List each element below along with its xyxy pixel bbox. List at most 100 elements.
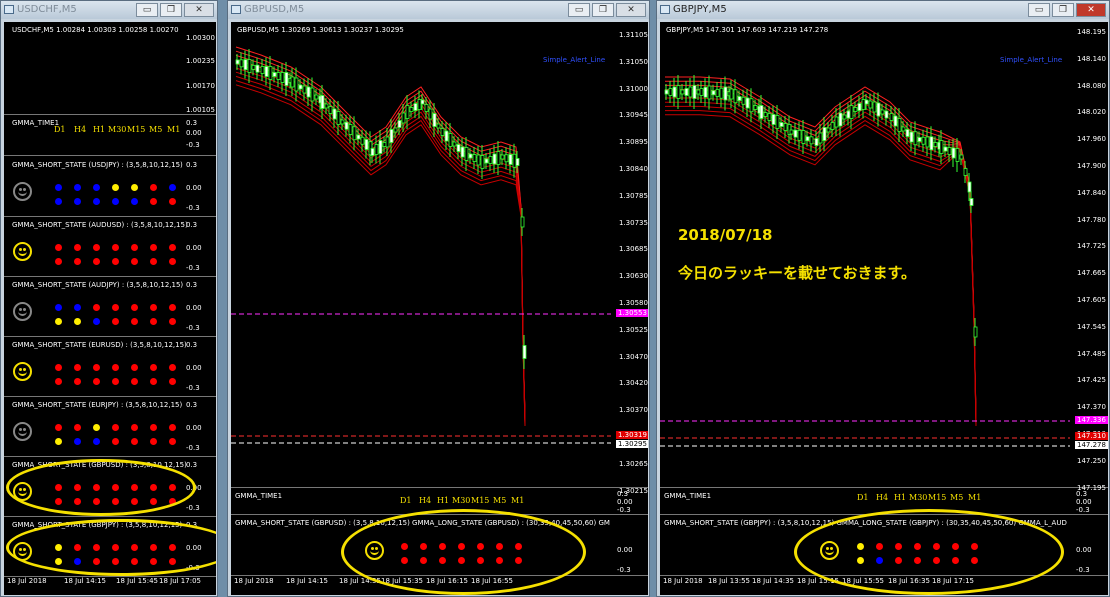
y-tick: 0.3 bbox=[186, 341, 198, 349]
tf-label: D1 bbox=[857, 493, 869, 502]
tf-label: M30 bbox=[909, 493, 928, 502]
y-tick: 0.00 bbox=[186, 129, 202, 137]
price-pane[interactable]: GBPJPY,M5 147.301 147.603 147.219 147.27… bbox=[660, 22, 1108, 492]
y-tick: 0.3 bbox=[186, 119, 198, 127]
candle-body bbox=[849, 105, 854, 119]
state-dot bbox=[169, 318, 176, 325]
candle-body bbox=[967, 181, 972, 193]
y-tick: -0.3 bbox=[186, 204, 200, 212]
gmma-state-pane[interactable]: GMMA_SHORT_STATE (EURUSD) : (3,5,8,10,12… bbox=[4, 337, 216, 397]
y-tick: -0.3 bbox=[617, 506, 631, 514]
minimize-button[interactable]: ▭ bbox=[1028, 3, 1050, 17]
y-tick: 1.30470 bbox=[619, 352, 648, 361]
price-tag-magenta: 1.30553 bbox=[616, 309, 648, 317]
chart-area[interactable]: GBPJPY,M5 147.301 147.603 147.219 147.27… bbox=[660, 22, 1108, 595]
close-button[interactable]: ✕ bbox=[1076, 3, 1106, 17]
state-dot bbox=[112, 438, 119, 445]
moving-average-line bbox=[235, 54, 526, 420]
minimize-button[interactable]: ▭ bbox=[568, 3, 590, 17]
gmma-state-pane[interactable]: GMMA_SHORT_STATE (AUDUSD) : (3,5,8,10,12… bbox=[4, 217, 216, 277]
title-bar[interactable]: GBPJPY,M5 ▭ ❐ ✕ bbox=[657, 1, 1109, 19]
candle-body bbox=[508, 154, 513, 165]
gmma-state-pane[interactable]: GMMA_SHORT_STATE (AUDJPY) : (3,5,8,10,12… bbox=[4, 277, 216, 337]
state-dot bbox=[74, 244, 81, 251]
restore-button[interactable]: ❐ bbox=[1052, 3, 1074, 17]
state-dot bbox=[150, 244, 157, 251]
x-tick: 18 Jul 14:35 bbox=[752, 577, 794, 585]
state-dot bbox=[169, 244, 176, 251]
candle-body bbox=[707, 85, 712, 100]
candle-body bbox=[753, 105, 758, 110]
price-pane[interactable]: USDCHF,M5 1.00284 1.00303 1.00258 1.0027… bbox=[4, 22, 216, 115]
close-button[interactable]: ✕ bbox=[616, 3, 646, 17]
price-pane[interactable]: GBPUSD,M5 1.30269 1.30613 1.30237 1.3029… bbox=[231, 22, 648, 495]
indicator-label: GMMA_TIME1 bbox=[12, 119, 60, 127]
candle-body bbox=[424, 104, 429, 112]
highlight-ellipse bbox=[6, 459, 196, 516]
candle-body bbox=[880, 109, 885, 115]
candle-body bbox=[320, 95, 325, 109]
price-tag-red: 147.310 bbox=[1075, 432, 1108, 440]
candle-body bbox=[401, 112, 406, 124]
candle-body bbox=[737, 96, 742, 101]
candle-body bbox=[340, 119, 345, 125]
candle-body bbox=[397, 120, 402, 128]
smiley-icon bbox=[13, 362, 32, 381]
candle-body bbox=[239, 59, 244, 68]
tf-label: M15 bbox=[127, 125, 146, 134]
y-tick: 147.725 bbox=[1077, 242, 1106, 251]
indicator-label: GMMA_SHORT_STATE (EURUSD) : (3,5,8,10,12… bbox=[12, 341, 187, 349]
candle-body bbox=[789, 129, 794, 135]
tf-label: M5 bbox=[950, 493, 964, 502]
close-button[interactable]: ✕ bbox=[184, 3, 214, 17]
y-tick: 148.195 bbox=[1077, 28, 1106, 36]
state-dot bbox=[169, 304, 176, 311]
tf-label: D1 bbox=[400, 496, 412, 505]
title-bar[interactable]: GBPUSD,M5 ▭ ❐ ✕ bbox=[228, 1, 649, 19]
candle-body bbox=[763, 112, 768, 117]
candle-body bbox=[460, 146, 465, 158]
highlight-ellipse bbox=[794, 509, 1064, 595]
state-dot bbox=[112, 198, 119, 205]
state-dot bbox=[74, 198, 81, 205]
candle-body bbox=[480, 155, 485, 169]
candle-body bbox=[719, 87, 724, 99]
state-dot bbox=[55, 198, 62, 205]
title-bar[interactable]: USDCHF,M5 ▭ ❐ ✕ bbox=[1, 1, 217, 19]
tf-label: M1 bbox=[968, 493, 982, 502]
moving-average-line bbox=[235, 50, 526, 419]
candle-body bbox=[468, 153, 473, 159]
state-dot bbox=[93, 438, 100, 445]
state-dot bbox=[150, 304, 157, 311]
moving-average-line bbox=[235, 67, 526, 423]
restore-button[interactable]: ❐ bbox=[592, 3, 614, 17]
price-tag-white: 1.30295 bbox=[616, 440, 648, 448]
price-tag-white: 147.278 bbox=[1075, 441, 1108, 449]
candlestick-chart bbox=[231, 46, 611, 444]
y-tick: 1.31105 bbox=[619, 31, 648, 39]
y-tick: 147.250 bbox=[1077, 456, 1106, 465]
candle-body bbox=[897, 118, 902, 132]
window-usdchf[interactable]: USDCHF,M5 ▭ ❐ ✕ USDCHF,M5 1.00284 1.0030… bbox=[0, 0, 218, 597]
chart-area[interactable]: GBPUSD,M5 1.30269 1.30613 1.30237 1.3029… bbox=[231, 22, 648, 595]
minimize-button[interactable]: ▭ bbox=[136, 3, 158, 17]
window-gbpusd[interactable]: GBPUSD,M5 ▭ ❐ ✕ GBPUSD,M5 1.30269 1.3061… bbox=[227, 0, 650, 597]
candle-body bbox=[389, 129, 394, 143]
y-tick: 148.020 bbox=[1077, 108, 1106, 117]
x-tick: 18 Jul 2018 bbox=[663, 577, 703, 585]
y-tick: -0.3 bbox=[186, 141, 200, 149]
candle-body bbox=[696, 89, 701, 95]
window-gbpjpy[interactable]: GBPJPY,M5 ▭ ❐ ✕ GBPJPY,M5 147.301 147.60… bbox=[656, 0, 1110, 597]
smiley-mouth bbox=[18, 309, 27, 316]
gmma-state-pane[interactable]: GMMA_SHORT_STATE (USDJPY) : (3,5,8,10,12… bbox=[4, 157, 216, 217]
candle-body bbox=[260, 66, 265, 74]
state-dot bbox=[55, 364, 62, 371]
chart-area[interactable]: USDCHF,M5 1.00284 1.00303 1.00258 1.0027… bbox=[4, 22, 216, 595]
restore-button[interactable]: ❐ bbox=[160, 3, 182, 17]
state-dot bbox=[74, 378, 81, 385]
state-dot bbox=[55, 184, 62, 191]
gmma-state-pane[interactable]: GMMA_SHORT_STATE (EURJPY) : (3,5,8,10,12… bbox=[4, 397, 216, 457]
gmma-time-pane[interactable]: GMMA_TIME1 D1 H4 H1 M30 M15 M5 M1 0.3 0.… bbox=[4, 116, 216, 156]
candle-body bbox=[352, 126, 357, 141]
x-tick: 18 Jul 15:45 bbox=[116, 577, 158, 585]
